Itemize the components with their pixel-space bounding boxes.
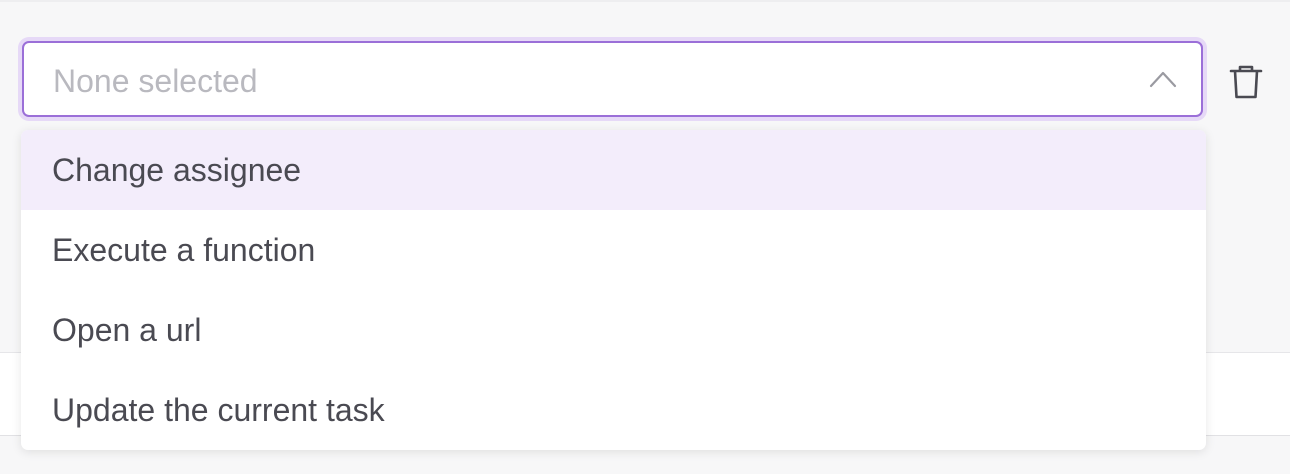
options-dropdown: Change assignee Execute a function Open … (21, 130, 1206, 450)
option-open-url[interactable]: Open a url (21, 290, 1206, 370)
option-execute-function[interactable]: Execute a function (21, 210, 1206, 290)
select-placeholder: None selected (53, 63, 258, 99)
top-divider (0, 0, 1290, 2)
option-label: Execute a function (52, 232, 316, 268)
option-label: Change assignee (52, 152, 302, 188)
chevron-up-icon[interactable] (1149, 70, 1177, 88)
trash-icon[interactable] (1229, 64, 1263, 100)
option-change-assignee[interactable]: Change assignee (21, 130, 1206, 210)
option-label: Open a url (52, 312, 202, 348)
option-update-current-task[interactable]: Update the current task (21, 370, 1206, 450)
action-select[interactable]: None selected (22, 41, 1203, 117)
option-label: Update the current task (52, 392, 385, 428)
